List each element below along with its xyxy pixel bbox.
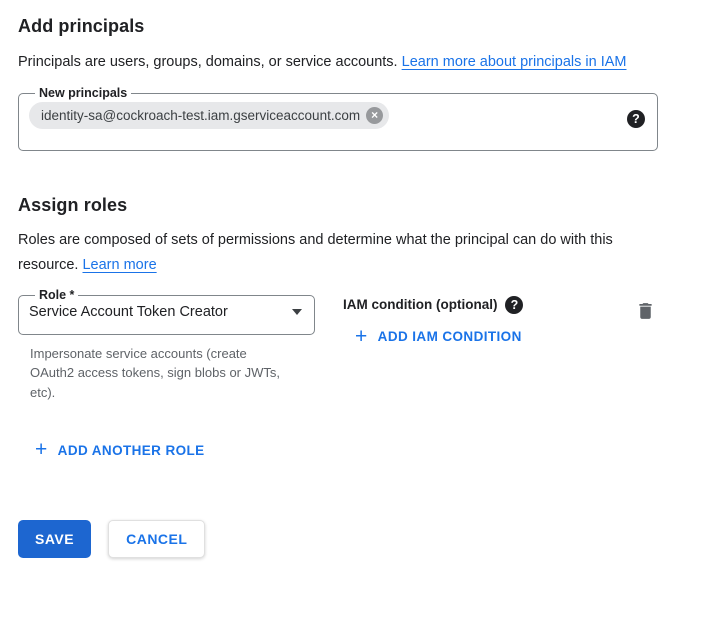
chip-remove-icon[interactable]: × — [366, 107, 383, 124]
learn-more-principals-link[interactable]: Learn more about principals in IAM — [402, 54, 627, 70]
learn-more-roles-link[interactable]: Learn more — [82, 257, 156, 273]
role-column: Role * Service Account Token Creator Imp… — [18, 289, 315, 403]
new-principals-label: New principals — [35, 87, 131, 100]
cancel-button[interactable]: CANCEL — [108, 520, 205, 558]
role-value-row: Service Account Token Creator — [29, 304, 302, 320]
role-label: Role * — [35, 289, 78, 302]
add-another-role-button[interactable]: + ADD ANOTHER ROLE — [35, 441, 205, 459]
iam-condition-column: IAM condition (optional) ? + ADD IAM CON… — [343, 289, 523, 348]
page-title: Add principals — [18, 16, 695, 37]
add-iam-condition-button[interactable]: + ADD IAM CONDITION — [355, 328, 522, 346]
iam-condition-help-icon[interactable]: ? — [505, 296, 523, 314]
principal-chip: identity-sa@cockroach-test.iam.gservicea… — [29, 102, 389, 129]
principals-help-icon[interactable]: ? — [627, 110, 645, 128]
iam-condition-label: IAM condition (optional) — [343, 297, 497, 312]
dialog-actions: SAVE CANCEL — [18, 520, 695, 558]
principals-description: Principals are users, groups, domains, o… — [18, 50, 668, 76]
role-row: Role * Service Account Token Creator Imp… — [18, 289, 658, 403]
assign-roles-title: Assign roles — [18, 195, 695, 216]
roles-description: Roles are composed of sets of permission… — [18, 228, 636, 279]
role-helper-text: Impersonate service accounts (create OAu… — [30, 344, 282, 403]
trash-icon — [635, 300, 656, 322]
add-another-role-label: ADD ANOTHER ROLE — [58, 443, 205, 458]
add-iam-condition-label: ADD IAM CONDITION — [378, 329, 522, 344]
principal-chip-value: identity-sa@cockroach-test.iam.gservicea… — [41, 108, 360, 123]
plus-icon: + — [355, 328, 368, 346]
iam-condition-label-row: IAM condition (optional) ? — [343, 296, 523, 314]
delete-role-button[interactable] — [633, 298, 658, 327]
plus-icon: + — [35, 441, 48, 459]
save-button[interactable]: SAVE — [18, 520, 91, 558]
dropdown-arrow-icon — [292, 309, 302, 315]
role-select[interactable]: Role * Service Account Token Creator — [18, 289, 315, 335]
principals-description-text: Principals are users, groups, domains, o… — [18, 54, 402, 70]
role-selected-value: Service Account Token Creator — [29, 304, 228, 320]
new-principals-field[interactable]: New principals identity-sa@cockroach-tes… — [18, 87, 658, 151]
